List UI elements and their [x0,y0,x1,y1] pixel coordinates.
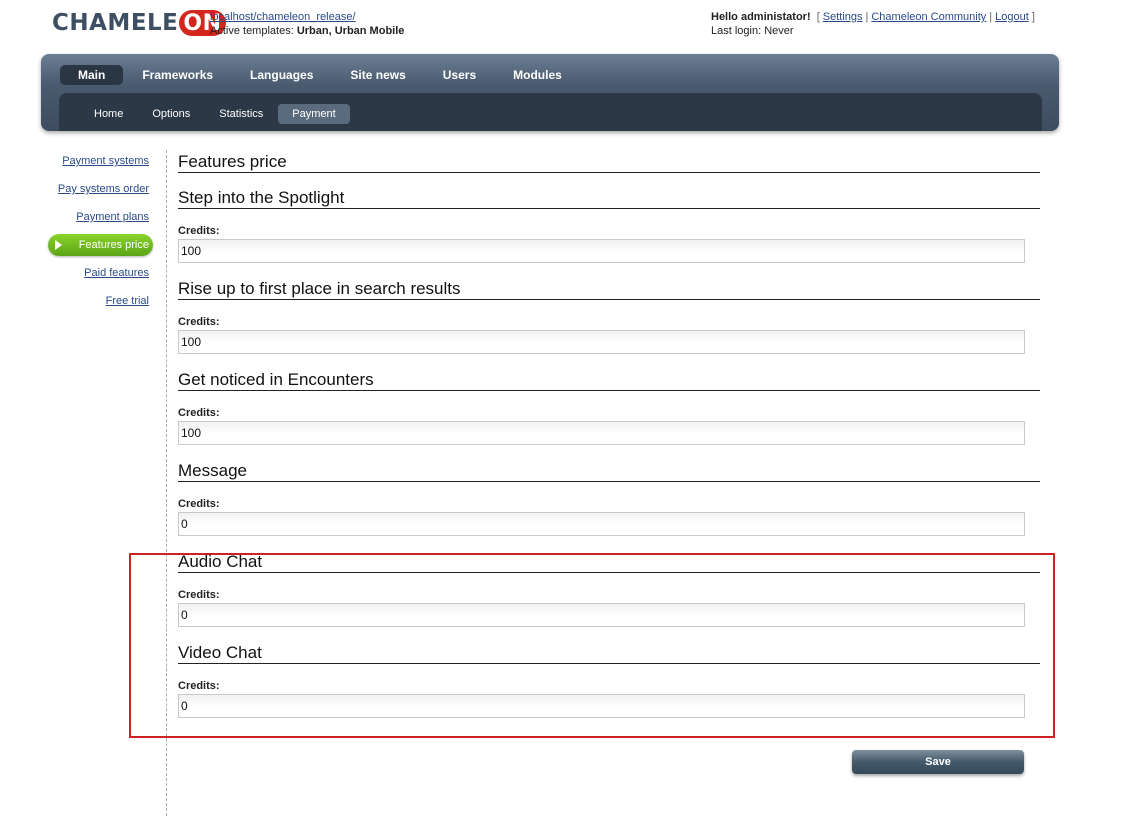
templates-label: Active templates: [210,25,294,37]
sidebar-item-pay-systems-order[interactable]: Pay systems order [40,178,153,200]
tab-main[interactable]: Main [60,65,124,85]
section-encounters: Get noticed in Encounters Credits: [178,369,1040,460]
site-url-link[interactable]: localhost/chameleon_release/ [210,11,356,23]
tab-site-news[interactable]: Site news [332,65,423,85]
section-title: Step into the Spotlight [178,187,1040,209]
chameleon-logo: CHAMELE ON [52,8,226,38]
user-info: Hello administator! [Settings | Chameleon … [711,10,1038,38]
separator: | [989,11,993,23]
credits-label: Credits: [178,680,220,692]
main-tabs: Main Frameworks Languages Site news User… [60,65,581,85]
subtab-options[interactable]: Options [138,104,204,124]
community-link[interactable]: Chameleon Community [871,11,986,23]
bracket-open: [ [816,11,820,23]
features-price-form: Features price Step into the Spotlight C… [178,151,1040,733]
bracket-close: ] [1031,11,1035,23]
section-title: Rise up to first place in search results [178,278,1040,300]
greeting: Hello administator! [711,11,811,23]
credits-label: Credits: [178,225,220,237]
spotlight-credits-input[interactable] [178,239,1025,263]
sub-navigation: Home Options Statistics Payment [59,93,1042,131]
logo-text: CHAMELE [52,10,179,36]
separator: | [865,11,869,23]
encounters-credits-input[interactable] [178,421,1025,445]
site-info: localhost/chameleon_release/ Active temp… [210,10,404,38]
section-title: Get noticed in Encounters [178,369,1040,391]
message-credits-input[interactable] [178,512,1025,536]
audio-chat-credits-input[interactable] [178,603,1025,627]
section-title: Video Chat [178,642,1040,664]
save-button[interactable]: Save [852,750,1024,774]
section-title: Message [178,460,1040,482]
sidebar-item-paid-features[interactable]: Paid features [40,262,153,284]
section-spotlight: Step into the Spotlight Credits: [178,187,1040,278]
credits-label: Credits: [178,316,220,328]
search-first-place-credits-input[interactable] [178,330,1025,354]
section-audio-chat: Audio Chat Credits: [178,551,1040,642]
video-chat-credits-input[interactable] [178,694,1025,718]
tab-modules[interactable]: Modules [495,65,580,85]
page-title: Features price [178,151,1040,173]
sidebar-item-label: Features price [78,239,149,251]
templates-value: Urban, Urban Mobile [296,25,405,37]
tab-frameworks[interactable]: Frameworks [124,65,231,85]
sub-tabs: Home Options Statistics Payment [80,104,351,124]
credits-label: Credits: [178,589,220,601]
sidebar: Payment systems Pay systems order Paymen… [40,150,153,318]
arrow-right-icon [55,240,62,250]
section-search-first-place: Rise up to first place in search results… [178,278,1040,369]
last-login: Last login: Never [711,25,794,37]
credits-label: Credits: [178,407,220,419]
subtab-statistics[interactable]: Statistics [205,104,277,124]
logout-link[interactable]: Logout [995,11,1029,23]
section-video-chat: Video Chat Credits: [178,642,1040,733]
vertical-divider [166,150,167,816]
sidebar-item-payment-systems[interactable]: Payment systems [40,150,153,172]
settings-link[interactable]: Settings [823,11,863,23]
credits-label: Credits: [178,498,220,510]
main-navigation: Main Frameworks Languages Site news User… [41,54,1059,131]
tab-languages[interactable]: Languages [232,65,331,85]
section-title: Audio Chat [178,551,1040,573]
section-message: Message Credits: [178,460,1040,551]
subtab-payment[interactable]: Payment [278,104,350,124]
tab-users[interactable]: Users [425,65,494,85]
sidebar-item-free-trial[interactable]: Free trial [40,290,153,312]
sidebar-item-payment-plans[interactable]: Payment plans [40,206,153,228]
sidebar-item-features-price[interactable]: Features price [48,234,153,256]
subtab-home[interactable]: Home [80,104,137,124]
